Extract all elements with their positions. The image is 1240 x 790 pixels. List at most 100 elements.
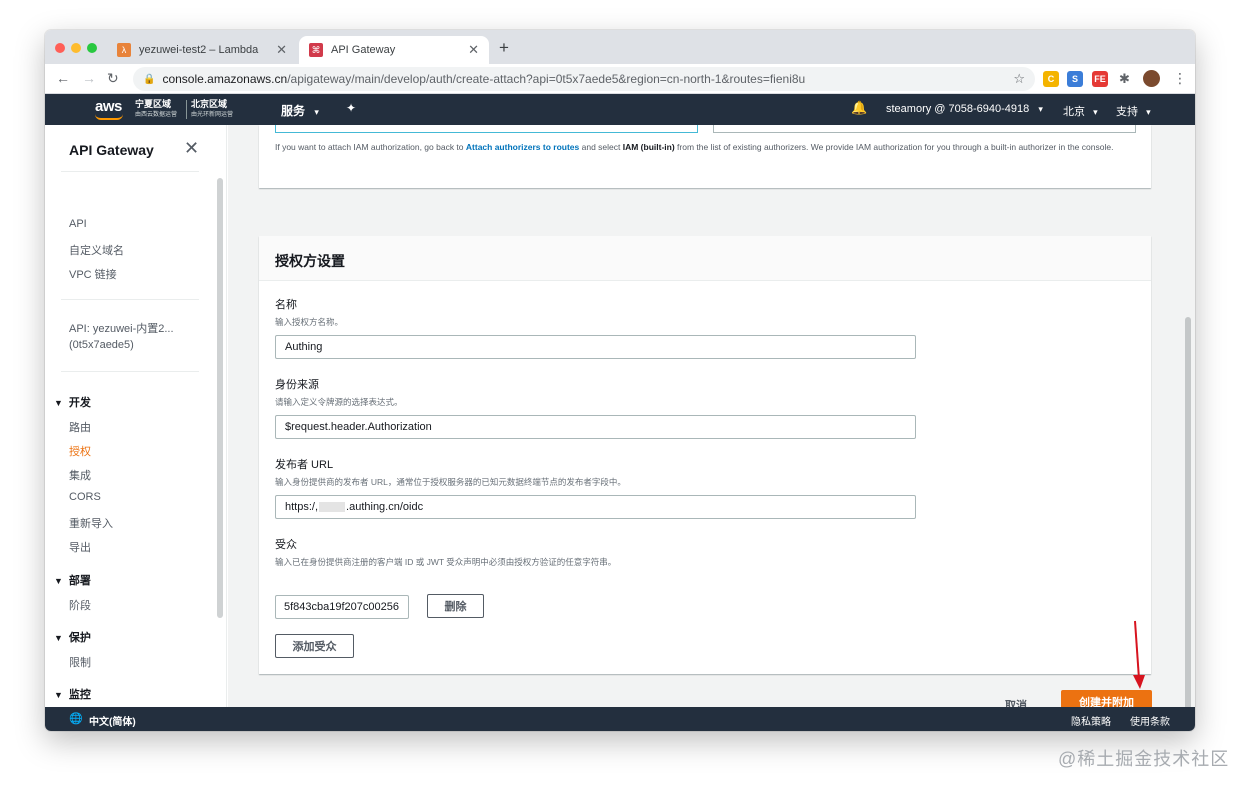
add-audience-button[interactable]: 添加受众 — [275, 634, 354, 658]
name-label: 名称 — [275, 299, 297, 311]
section-label: 开发 — [68, 397, 91, 409]
api-id: (0t5x7aede5) — [69, 339, 134, 351]
console-footer: 🌐 中文(简体) 隐私策略 使用条款 — [45, 707, 1195, 731]
section-label: 保护 — [68, 632, 91, 644]
cancel-button[interactable]: 取消 — [1005, 697, 1027, 707]
address-bar[interactable]: 🔒 console.amazonaws.cn/apigateway/main/d… — [133, 67, 1035, 91]
iam-note-bold: IAM (built-in) — [622, 142, 675, 152]
browser-tab-api-gateway[interactable]: ⌘ API Gateway ✕ — [299, 36, 489, 64]
s-extension-icon[interactable]: S — [1067, 71, 1083, 87]
url-host: console.amazonaws.cn — [162, 72, 288, 86]
close-icon[interactable]: ✕ — [468, 42, 479, 58]
caret-down-icon: ▼ — [54, 633, 63, 643]
region-ningxia[interactable]: 宁夏区域 由西云数据运营 — [135, 100, 177, 120]
reload-icon[interactable]: ↻ — [107, 70, 119, 86]
issuer-url-prefix: https:/, — [285, 501, 319, 513]
audience-label: 受众 — [275, 539, 297, 551]
iam-note-text: If you want to attach IAM authorization,… — [275, 141, 1135, 153]
issuer-url-input[interactable]: https:/, .authing.cn/oidc — [275, 495, 916, 519]
sidebar-section-develop[interactable]: ▼ 开发 — [54, 394, 91, 410]
bookmark-star-icon[interactable]: ☆ — [1013, 71, 1025, 87]
account-label: steamory @ 7058-6940-4918 — [886, 103, 1030, 115]
issuer-url-label: 发布者 URL — [275, 459, 334, 471]
audience-input[interactable]: 5f843cba19f207c00256 — [275, 595, 409, 619]
sidebar-item-routes[interactable]: 路由 — [69, 419, 91, 435]
issuer-url-description: 输入身份提供商的发布者 URL，通常位于授权服务器的已知元数据终端节点的发布者字… — [275, 477, 626, 487]
panel-title: 授权方设置 — [275, 253, 345, 269]
new-tab-plus-icon[interactable]: + — [499, 39, 509, 56]
region-operator: 由西云数据运营 — [135, 112, 178, 118]
sidebar-item-reimport[interactable]: 重新导入 — [69, 515, 113, 531]
main-scrollbar[interactable] — [1185, 317, 1191, 707]
bell-icon[interactable]: 🔔 — [851, 100, 867, 116]
kebab-menu-icon[interactable]: ⋮ — [1173, 70, 1187, 86]
support-label: 支持 — [1116, 106, 1138, 118]
puzzle-extensions-icon[interactable]: ✱ — [1119, 71, 1130, 87]
divider — [61, 371, 199, 372]
language-selector[interactable]: 中文(简体) — [89, 713, 136, 728]
api-label: API: yezuwei-内置2... — [69, 323, 174, 335]
profile-avatar[interactable] — [1143, 70, 1160, 87]
identity-source-input[interactable]: $request.header.Authorization — [275, 415, 916, 439]
authorizer-type-field[interactable] — [275, 125, 698, 133]
name-input[interactable]: Authing — [275, 335, 916, 359]
aws-logo[interactable]: aws — [95, 98, 125, 115]
sidebar-item-export[interactable]: 导出 — [69, 539, 91, 555]
sidebar-title[interactable]: API Gateway — [69, 142, 154, 158]
divider — [61, 171, 199, 172]
sidebar-item-throttling[interactable]: 限制 — [69, 654, 91, 670]
sidebar-item-integrations[interactable]: 集成 — [69, 467, 91, 483]
authorizer-select-field[interactable] — [713, 125, 1136, 133]
back-arrow-icon[interactable]: ← — [56, 70, 70, 86]
browser-tab-lambda[interactable]: λ yezuwei-test2 – Lambda ✕ — [107, 36, 297, 64]
issuer-url-suffix: .authing.cn/oidc — [346, 501, 424, 513]
identity-source-description: 请输入定义令牌源的选择表达式。 — [275, 397, 403, 407]
caret-down-icon: ▼ — [54, 690, 63, 700]
region-label: 北京 — [1063, 106, 1085, 118]
globe-icon: 🌐 — [69, 713, 83, 725]
zoom-window-button[interactable] — [87, 43, 97, 53]
coin-extension-icon[interactable]: C — [1043, 71, 1059, 87]
pin-icon[interactable]: ✦ — [346, 101, 356, 115]
sidebar-section-protect[interactable]: ▼ 保护 — [54, 629, 91, 645]
attach-authorizers-link[interactable]: Attach authorizers to routes — [466, 142, 579, 152]
services-menu[interactable]: 服务 ▾ — [281, 102, 319, 119]
close-icon[interactable]: ✕ — [184, 138, 199, 159]
lambda-favicon-icon: λ — [117, 43, 131, 57]
close-window-button[interactable] — [55, 43, 65, 53]
sidebar-item-vpc-link[interactable]: VPC 链接 — [69, 266, 117, 282]
sidebar-item-authorization[interactable]: 授权 — [69, 443, 91, 459]
account-menu[interactable]: steamory @ 7058-6940-4918 ▾ — [886, 103, 1043, 115]
sidebar-item-api[interactable]: API — [69, 218, 87, 230]
sidebar: API Gateway ✕ API 自定义域名 VPC 链接 API: yezu… — [45, 125, 227, 707]
iam-info-panel: If you want to attach IAM authorization,… — [259, 125, 1151, 188]
close-icon[interactable]: ✕ — [276, 42, 287, 58]
delete-audience-button[interactable]: 删除 — [427, 594, 484, 618]
terms-of-use-link[interactable]: 使用条款 — [1130, 713, 1170, 728]
privacy-policy-link[interactable]: 隐私策略 — [1071, 713, 1111, 728]
region-name: 宁夏区域 — [135, 99, 172, 109]
region-beijing[interactable]: 北京区域 由光环新网运营 — [191, 100, 233, 120]
region-operator: 由光环新网运营 — [191, 112, 234, 118]
browser-toolbar: ← → ↻ 🔒 console.amazonaws.cn/apigateway/… — [45, 64, 1195, 94]
aws-smile-icon — [95, 114, 123, 120]
sidebar-item-stages[interactable]: 阶段 — [69, 597, 91, 613]
caret-down-icon: ▼ — [54, 576, 63, 586]
url-path: /apigateway/main/develop/auth/create-att… — [287, 72, 806, 86]
api-gateway-favicon-icon: ⌘ — [309, 43, 323, 57]
fe-extension-icon[interactable]: FE — [1092, 71, 1108, 87]
minimize-window-button[interactable] — [71, 43, 81, 53]
sidebar-section-deploy[interactable]: ▼ 部署 — [54, 572, 91, 588]
redacted-block — [319, 502, 346, 512]
chevron-down-icon: ▾ — [314, 107, 319, 117]
sidebar-scrollbar[interactable] — [217, 178, 223, 618]
divider — [186, 100, 187, 119]
region-menu[interactable]: 北京 ▾ — [1063, 103, 1098, 119]
support-menu[interactable]: 支持 ▾ — [1116, 103, 1151, 119]
sidebar-api-name[interactable]: API: yezuwei-内置2... (0t5x7aede5) — [69, 321, 174, 353]
sidebar-section-monitor[interactable]: ▼ 监控 — [54, 686, 91, 702]
sidebar-item-cors[interactable]: CORS — [69, 491, 101, 503]
sidebar-item-custom-domain[interactable]: 自定义域名 — [69, 242, 124, 258]
forward-arrow-icon[interactable]: → — [82, 70, 96, 86]
section-label: 部署 — [68, 575, 91, 587]
